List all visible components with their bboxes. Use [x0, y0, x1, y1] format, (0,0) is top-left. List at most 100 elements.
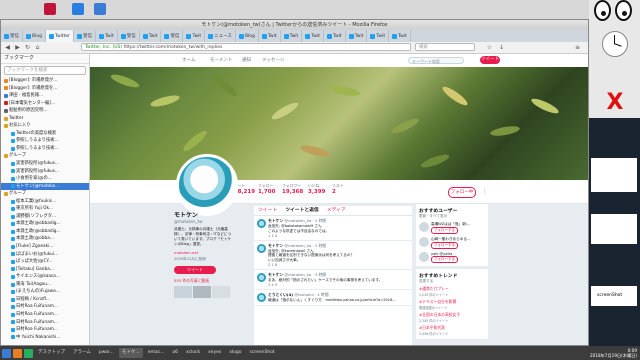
tweet-author[interactable]: モトケン	[268, 218, 283, 223]
browser-tab[interactable]: Twit	[96, 30, 118, 42]
nav-home[interactable]: ホーム	[182, 57, 195, 63]
nav-notifications[interactable]: 通知	[242, 57, 251, 63]
header-tweet-button[interactable]: ツイート	[480, 56, 500, 64]
taskbar-item[interactable]: a6	[169, 348, 181, 358]
desktop-app-icon[interactable]	[94, 3, 106, 15]
nav-moments[interactable]: モーメント	[210, 57, 232, 63]
star-icon[interactable]: ☆	[486, 44, 493, 51]
following-button[interactable]: フォロー中	[448, 187, 476, 198]
stat-following[interactable]: フォロー 1,700	[258, 183, 275, 195]
bookmark-item[interactable]: 日村Roa Fuifunam...	[1, 311, 89, 319]
tweet-author[interactable]: モトケン	[268, 243, 283, 248]
browser-tab[interactable]: 受信	[74, 30, 97, 42]
twitter-search-input[interactable]: キーワード検索	[408, 57, 464, 64]
browser-tab[interactable]: Blog	[23, 30, 46, 42]
tweet-avatar[interactable]	[257, 292, 266, 302]
trend-item[interactable]: #テキスト自分を影響 関連話題のツイート	[419, 299, 485, 310]
bookmark-item[interactable]: ぱっぱ大佐(@CY...	[1, 258, 89, 266]
bookmark-item[interactable]: Twitter	[1, 115, 89, 123]
home-icon[interactable]: ⌂	[34, 44, 41, 51]
stat-followers[interactable]: フォロワー 19,368	[282, 183, 303, 195]
browser-tab[interactable]: Twit	[140, 30, 162, 42]
suggested-avatar[interactable]	[419, 252, 429, 262]
taskbar-item[interactable]: モトケ...	[118, 348, 143, 358]
bookmark-item[interactable]: 参照しうるより技術...	[1, 137, 89, 145]
browser-tab[interactable]: Twit	[367, 30, 390, 42]
tweet-author[interactable]: モトケン	[268, 272, 283, 277]
bookmark-item[interactable]: 東海 Tai(Aagou...	[1, 281, 89, 289]
browser-tab[interactable]: 受信	[118, 30, 140, 42]
reload-icon[interactable]: ↻	[24, 44, 31, 51]
terminal-window[interactable]	[591, 214, 637, 244]
browser-tab[interactable]: Twit	[389, 30, 411, 42]
tweet-avatar[interactable]	[257, 219, 266, 228]
menu-icon[interactable]: ≡	[574, 44, 581, 51]
tweet[interactable]: モトケン @motoken_tw · 2 時間 返信先: @kareshaka0 …	[254, 241, 412, 270]
taskbar-item[interactable]: screenShot	[247, 348, 278, 358]
bookmark-item[interactable]: [Blogger]: 市場原発が...	[1, 77, 89, 85]
bookmark-item[interactable]: サイエンス(@kaasa...	[1, 273, 89, 281]
bookmark-item[interactable]: 参照しうるより技術...	[1, 145, 89, 153]
launcher-icon[interactable]	[24, 348, 33, 358]
tweet-to-button[interactable]: ツイート	[174, 266, 216, 274]
more-options-icon[interactable]: ⋮	[482, 188, 488, 195]
profile-link[interactable]: motoken.net	[174, 250, 234, 255]
trend-item[interactable]: #日本平和代表 3,456 件のツイート	[419, 325, 485, 336]
browser-tab[interactable]: Blog	[236, 30, 259, 42]
taskbar-item[interactable]: デスクトップ	[35, 348, 68, 358]
who-to-follow-sub[interactable]: 更新 · すべて表示	[419, 214, 485, 219]
tab-media[interactable]: メディア	[327, 206, 346, 215]
browser-search-input[interactable]: 検索	[415, 43, 475, 51]
suggested-avatar[interactable]	[419, 237, 429, 247]
browser-tab[interactable]: Twit	[324, 30, 346, 42]
bookmark-item[interactable]: 日村Roa Fuifunam...	[1, 303, 89, 311]
bookmark-item[interactable]: 日村Roa Fuifunam...	[1, 326, 89, 334]
taskbar-item[interactable]: アラーム	[70, 348, 94, 358]
bookmark-item[interactable]: [Fluke] Zgoeaki...	[1, 243, 89, 251]
media-thumb[interactable]	[212, 286, 230, 298]
browser-tab[interactable]: ニュース	[205, 30, 236, 42]
tweet-avatar[interactable]	[257, 243, 266, 253]
bookmark-item[interactable]: 浦野都(ソフレグタ...	[1, 213, 89, 221]
terminal-window[interactable]	[591, 158, 637, 192]
follow-button[interactable]: フォローする	[431, 227, 458, 234]
stat-lists[interactable]: リスト 2	[332, 183, 343, 195]
bookmark-item[interactable]: ばばまいお(@fukui...	[1, 251, 89, 259]
bookmark-item[interactable]: 松本工業(@fuukis...	[1, 198, 89, 206]
tweet[interactable]: モトケン @motoken_tw · 3 時間 まあ、絶対的「指示されたい」ケース…	[254, 270, 412, 290]
taskbar-clock[interactable]: 0:09 2018年7月19日(木曜日)	[590, 348, 640, 358]
bookmark-item[interactable]: (まえちんの)Fujawa...	[1, 288, 89, 296]
taskbar-item[interactable]: xeyes	[205, 348, 224, 358]
taskbar-item[interactable]: pwor...	[96, 348, 117, 358]
desktop-launcher-icon[interactable]	[44, 3, 56, 15]
bookmark-item[interactable]: 東京所有 Yuji Ok...	[1, 205, 89, 213]
browser-tab[interactable]: Twit	[302, 30, 324, 42]
tweet-actions[interactable]: 2 1 6	[268, 263, 409, 267]
desktop-folder-icon[interactable]	[72, 3, 84, 15]
stat-likes[interactable]: いいね 3,399	[308, 183, 325, 195]
media-thumb[interactable]	[193, 286, 211, 298]
tweet-author[interactable]: とうとくい(4)	[268, 292, 293, 297]
browser-tab[interactable]: 受信	[1, 30, 23, 42]
taskbar-item[interactable]: xclock	[183, 348, 203, 358]
trends-sub[interactable]: 変更する	[419, 279, 485, 284]
bookmark-item[interactable]: 実害新役所(@fukus...	[1, 168, 89, 176]
forward-arrow-icon[interactable]: ▶	[14, 44, 21, 51]
download-icon[interactable]: ↓	[498, 44, 505, 51]
suggested-avatar[interactable]	[419, 222, 429, 232]
trend-item[interactable]: #全国の日本の高校女子 2,345 件のツイート	[419, 312, 485, 323]
browser-tab[interactable]: Twit	[346, 30, 368, 42]
browser-tab[interactable]: Twit	[259, 30, 281, 42]
screenshot-window[interactable]: screenShot	[591, 286, 637, 306]
bookmark-item[interactable]: [Teitaku] Ganba...	[1, 266, 89, 274]
nav-messages[interactable]: メッセージ	[262, 57, 284, 63]
url-bar[interactable]: Twitter, Inc. (US) https://twitter.com/m…	[81, 43, 411, 51]
bookmark-item[interactable]: グループ	[1, 190, 89, 198]
bookmark-item[interactable]: グループ	[1, 152, 89, 160]
bookmark-item[interactable]: 小食用を家(@の...	[1, 175, 89, 183]
media-thumb[interactable]	[174, 286, 192, 298]
bookmark-item[interactable]: 実害新役所(@fukus...	[1, 160, 89, 168]
bookmark-item[interactable]: Twitterの高度な検索	[1, 130, 89, 138]
media-link[interactable]: 555 件の写真と動画	[174, 278, 234, 284]
taskbar-item[interactable]: xlogo	[226, 348, 244, 358]
